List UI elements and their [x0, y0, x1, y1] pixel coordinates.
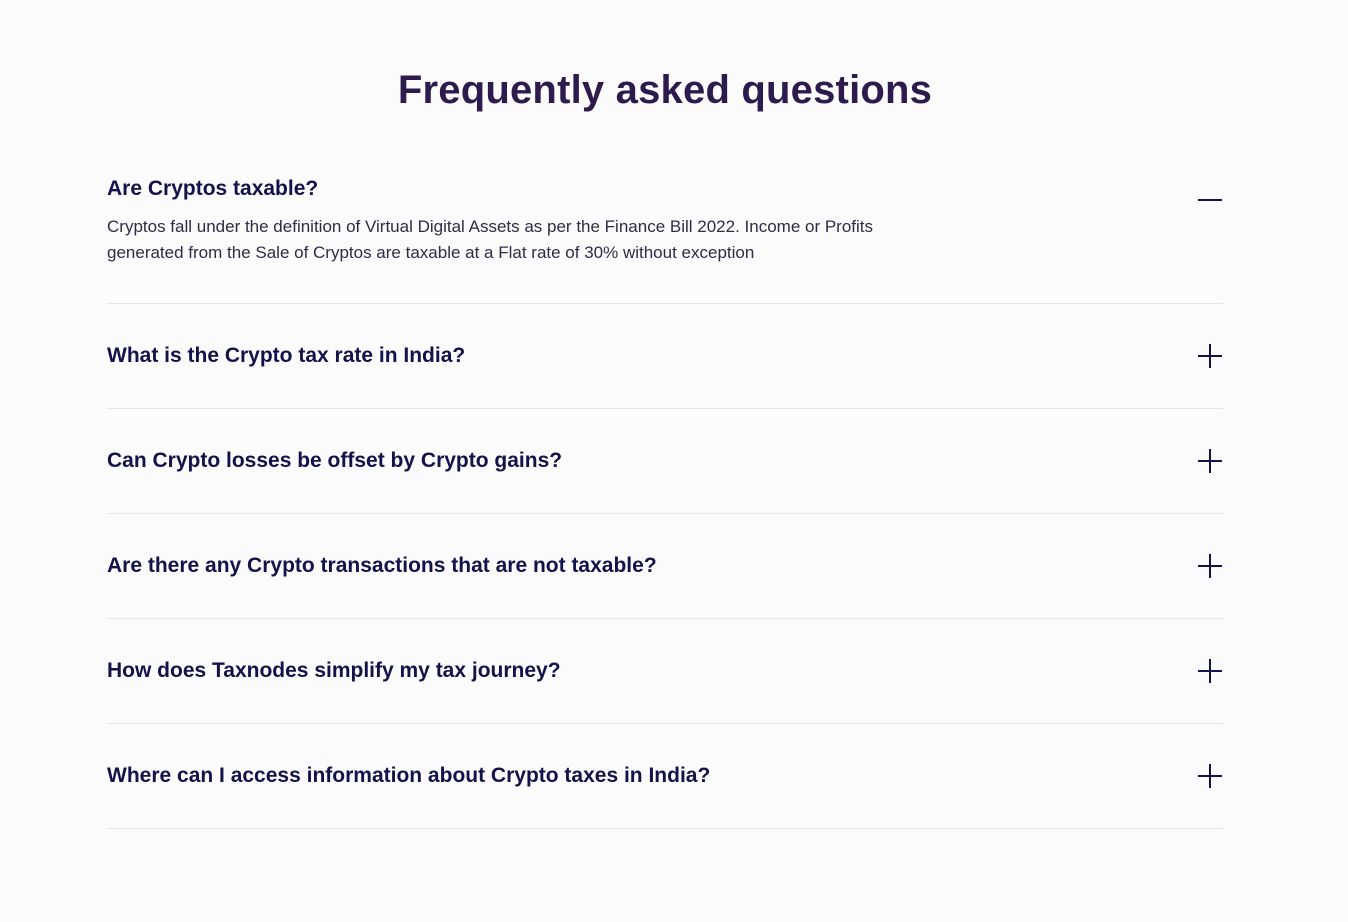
faq-item[interactable]: How does Taxnodes simplify my tax journe… — [107, 619, 1223, 724]
plus-icon[interactable] — [1197, 553, 1223, 579]
minus-icon[interactable] — [1197, 187, 1223, 213]
faq-question[interactable]: Where can I access information about Cry… — [107, 762, 710, 790]
faq-question[interactable]: How does Taxnodes simplify my tax journe… — [107, 657, 561, 685]
plus-icon[interactable] — [1197, 763, 1223, 789]
plus-icon[interactable] — [1197, 448, 1223, 474]
faq-question[interactable]: Can Crypto losses be offset by Crypto ga… — [107, 447, 562, 475]
faq-item[interactable]: Where can I access information about Cry… — [107, 724, 1223, 829]
plus-icon[interactable] — [1197, 658, 1223, 684]
faq-item[interactable]: Can Crypto losses be offset by Crypto ga… — [107, 409, 1223, 514]
faq-item[interactable]: Are Cryptos taxable? Cryptos fall under … — [107, 158, 1223, 304]
faq-question[interactable]: Are Cryptos taxable? — [107, 175, 318, 203]
faq-item[interactable]: Are there any Crypto transactions that a… — [107, 514, 1223, 619]
faq-list: Are Cryptos taxable? Cryptos fall under … — [107, 158, 1223, 829]
faq-question[interactable]: Are there any Crypto transactions that a… — [107, 552, 657, 580]
faq-item[interactable]: What is the Crypto tax rate in India? — [107, 304, 1223, 409]
faq-answer: Cryptos fall under the definition of Vir… — [107, 217, 874, 262]
faq-question[interactable]: What is the Crypto tax rate in India? — [107, 342, 465, 370]
plus-icon[interactable] — [1197, 343, 1223, 369]
page-title: Frequently asked questions — [397, 68, 933, 112]
